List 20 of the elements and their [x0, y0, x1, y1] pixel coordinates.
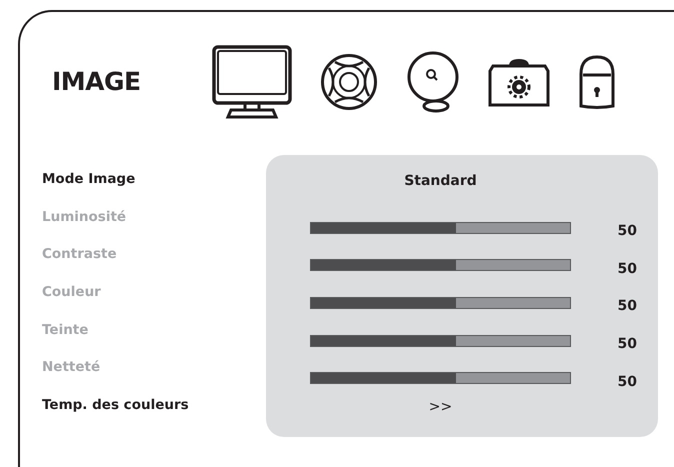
slider-track[interactable] [310, 222, 571, 234]
slider-track[interactable] [310, 259, 571, 272]
setting-label[interactable]: Temp. des couleurs [42, 397, 189, 414]
slider-track[interactable] [310, 334, 571, 347]
setting-value: 50 [618, 260, 637, 277]
setting-label[interactable]: Mode Image [42, 171, 136, 187]
slider-track[interactable] [310, 296, 571, 309]
setting-value: Standard [404, 173, 477, 189]
setting-value: 50 [618, 298, 637, 314]
setting-value: >> [428, 399, 452, 416]
monitor-icon[interactable] [212, 45, 292, 119]
setting-value: 50 [618, 223, 637, 240]
toolbox-icon[interactable] [488, 57, 550, 107]
setting-value: 50 [618, 336, 637, 352]
setting-value: 50 [618, 374, 637, 390]
slider-track[interactable] [310, 372, 571, 384]
menu-title: IMAGE [52, 66, 142, 98]
webcam-icon[interactable] [406, 50, 460, 114]
padlock-icon[interactable] [578, 54, 616, 110]
dial-icon[interactable] [320, 53, 378, 111]
